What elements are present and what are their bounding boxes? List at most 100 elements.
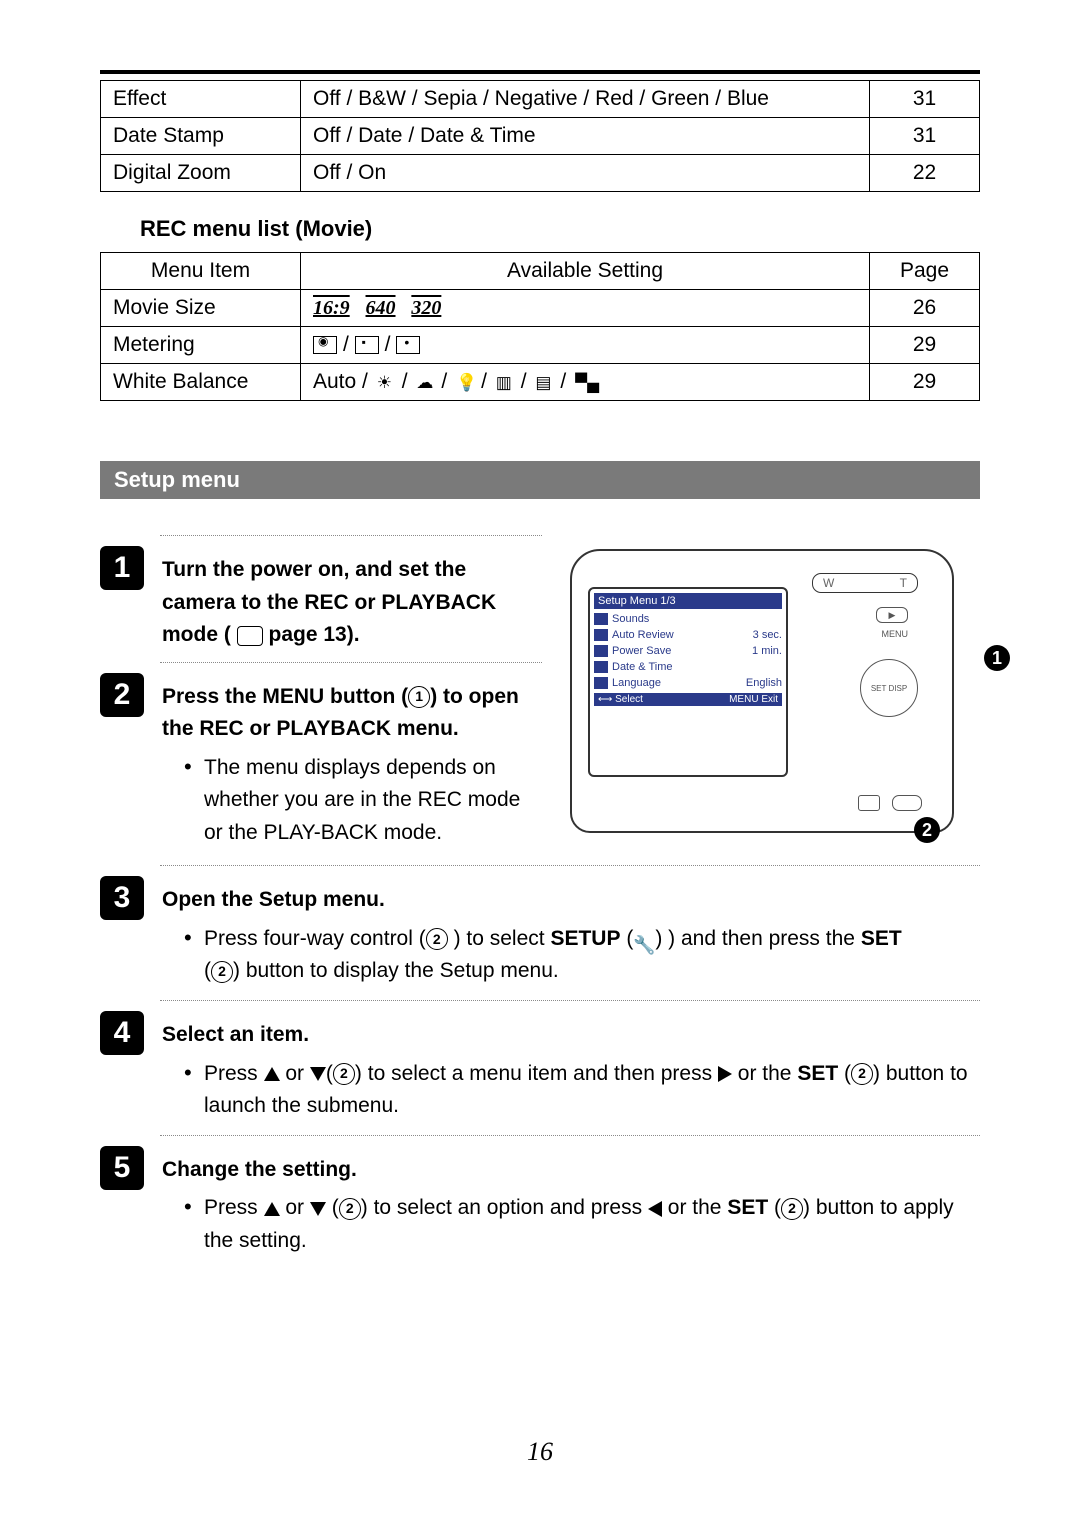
bullet: Press four-way control (2 ) to select SE… [190,923,980,988]
step-number-badge: 4 [100,1011,144,1055]
arrow-left-icon [648,1201,662,1217]
icon-640: 640 [366,297,396,319]
sounds-icon [594,613,608,625]
step-5: 5 Change the setting. Press or (2) to se… [100,1146,980,1264]
setup-menu-bar: Setup menu [100,461,980,499]
callout-2: 2 [914,817,940,843]
lcd-label: Language [612,677,661,689]
text: ) [655,927,662,950]
arrow-right-icon [718,1066,732,1082]
steps-and-figure-row: 1 Turn the power on, and set the camera … [100,529,980,859]
camera-body: Setup Menu 1/3 Sounds Auto Review3 sec. … [570,549,954,833]
lcd-foot-select: ⟷ Select [598,694,643,705]
bullet: Press or (2) to select a menu item and t… [190,1058,980,1123]
cell-item: Date Stamp [101,118,301,155]
zoom-tele-label: T [900,576,907,590]
button-icon [892,795,922,811]
table-row: Metering / / 29 [101,327,980,364]
wb-daylight-icon: ☀ [377,373,399,391]
step-number-badge: 3 [100,876,144,920]
callout-2-ref: 2 [426,928,448,950]
cell-setting: Off / Date / Date & Time [301,118,870,155]
text: ) to select [454,927,545,950]
cell-page: 22 [870,155,980,192]
text: ( [626,927,633,950]
setup-wrench-icon [633,929,655,949]
wb-cloudy-icon: ☁ [416,373,438,391]
wb-fluorescent-h-icon: ▥ [496,373,518,391]
top-settings-table: Effect Off / B&W / Sepia / Negative / Re… [100,80,980,192]
lcd-footer: ⟷ Select MENU Exit [594,693,782,706]
camera-lcd: Setup Menu 1/3 Sounds Auto Review3 sec. … [588,587,788,777]
dot-rule [160,1135,980,1136]
callout-2-ref: 2 [339,1198,361,1220]
step-4-body: Press or (2) to select a menu item and t… [162,1058,980,1123]
rec-menu-heading: REC menu list (Movie) [140,216,980,242]
playback-button-icon: ▶ [876,607,908,623]
language-icon [594,677,608,689]
top-rule [100,70,980,74]
callout-2-ref: 2 [781,1198,803,1220]
text: Press [204,1062,258,1085]
text-bold: SET [861,927,902,950]
text: Press [204,1196,258,1219]
cell-item: Effect [101,81,301,118]
arrow-up-icon [264,1067,280,1081]
page-number: 16 [0,1437,1080,1467]
metering-center-icon [355,336,379,354]
text: ) button to display the Setup menu. [233,959,559,982]
text-bold: SET [727,1196,768,1219]
text-bold: SETUP [550,927,620,950]
text: or the [668,1196,722,1219]
date-time-icon [594,661,608,673]
table-row: Date Stamp Off / Date / Date & Time 31 [101,118,980,155]
arrow-down-icon [310,1067,326,1081]
cell-item: Metering [101,327,301,364]
step-3-title: Open the Setup menu. [162,884,980,917]
movie-size-icons: 16:9 640 320 [313,296,451,319]
text: ( [844,1062,851,1085]
table-header-row: Menu Item Available Setting Page [101,253,980,290]
step-4: 4 Select an item. Press or (2) to select… [100,1011,980,1129]
wb-custom-icon: ▀▄ [575,373,597,391]
text: page 13). [269,623,360,646]
wb-fluorescent-l-icon: ▤ [535,373,557,391]
bullet: The menu displays depends on whether you… [190,752,542,850]
wb-tungsten-icon: 💡 [456,373,478,391]
dot-rule [160,865,980,866]
callout-1: 1 [984,645,1010,671]
lcd-value: 1 min. [752,645,782,657]
icon-320: 320 [411,297,441,319]
lcd-value: English [746,677,782,689]
step-2-body: The menu displays depends on whether you… [162,752,542,850]
lcd-row: Auto Review3 sec. [594,627,782,643]
step-number-badge: 5 [100,1146,144,1190]
cell-item: Movie Size [101,290,301,327]
step-5-body: Press or (2) to select an option and pre… [162,1192,980,1257]
dot-rule [160,1000,980,1001]
lcd-label: Auto Review [612,629,674,641]
cell-page: 31 [870,118,980,155]
step-3: 3 Open the Setup menu. Press four-way co… [100,876,980,994]
icon-16-9: 16:9 [313,297,350,319]
dot-rule [160,535,542,536]
button-icon [858,795,880,811]
text: or the [738,1062,792,1085]
zoom-rocker: W T [812,573,918,593]
step-5-title: Change the setting. [162,1154,980,1187]
text: or [285,1062,304,1085]
table-row: Movie Size 16:9 640 320 26 [101,290,980,327]
step-1-title: Turn the power on, and set the camera to… [162,554,542,652]
table-row: Digital Zoom Off / On 22 [101,155,980,192]
metering-spot-icon [396,336,420,354]
power-save-icon [594,645,608,657]
text: Press four-way control ( [204,927,426,950]
pointer-hand-icon [237,626,263,646]
cell-page: 29 [870,364,980,401]
cell-page: 29 [870,327,980,364]
cell-setting: 16:9 640 320 [301,290,870,327]
cell-setting: Auto / ☀/ ☁/ 💡/ ▥/ ▤/ ▀▄ [301,364,870,401]
text: Press the MENU button ( [162,685,408,708]
table-row: White Balance Auto / ☀/ ☁/ 💡/ ▥/ ▤/ ▀▄ 2… [101,364,980,401]
lcd-title: Setup Menu 1/3 [594,593,782,609]
